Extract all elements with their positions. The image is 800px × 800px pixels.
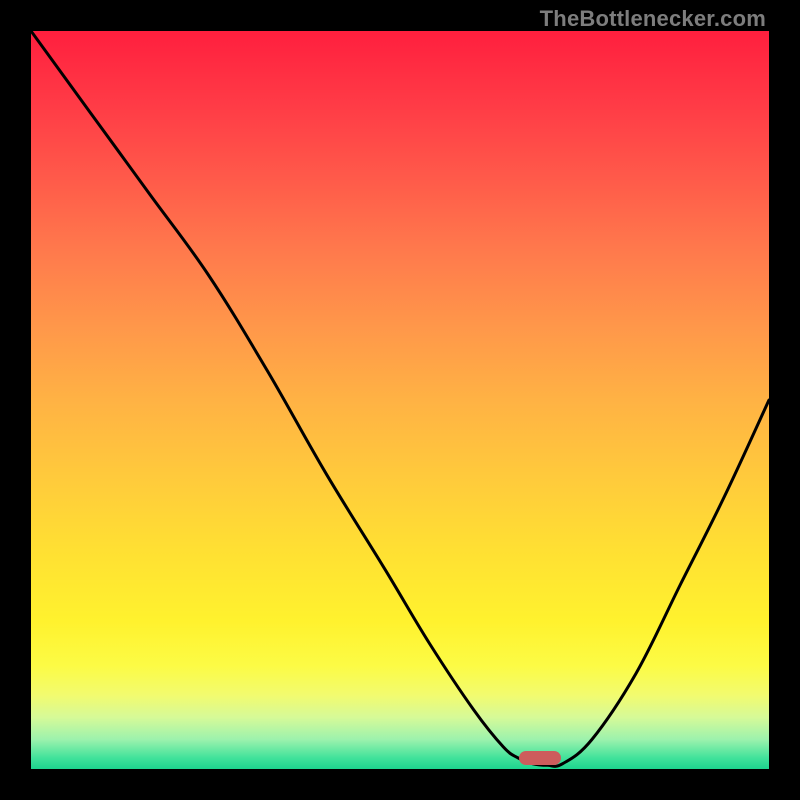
- chart-plot-area: [31, 31, 769, 769]
- watermark-text: TheBottlenecker.com: [540, 6, 766, 32]
- bottleneck-curve: [31, 31, 769, 769]
- optimal-marker: [519, 751, 561, 765]
